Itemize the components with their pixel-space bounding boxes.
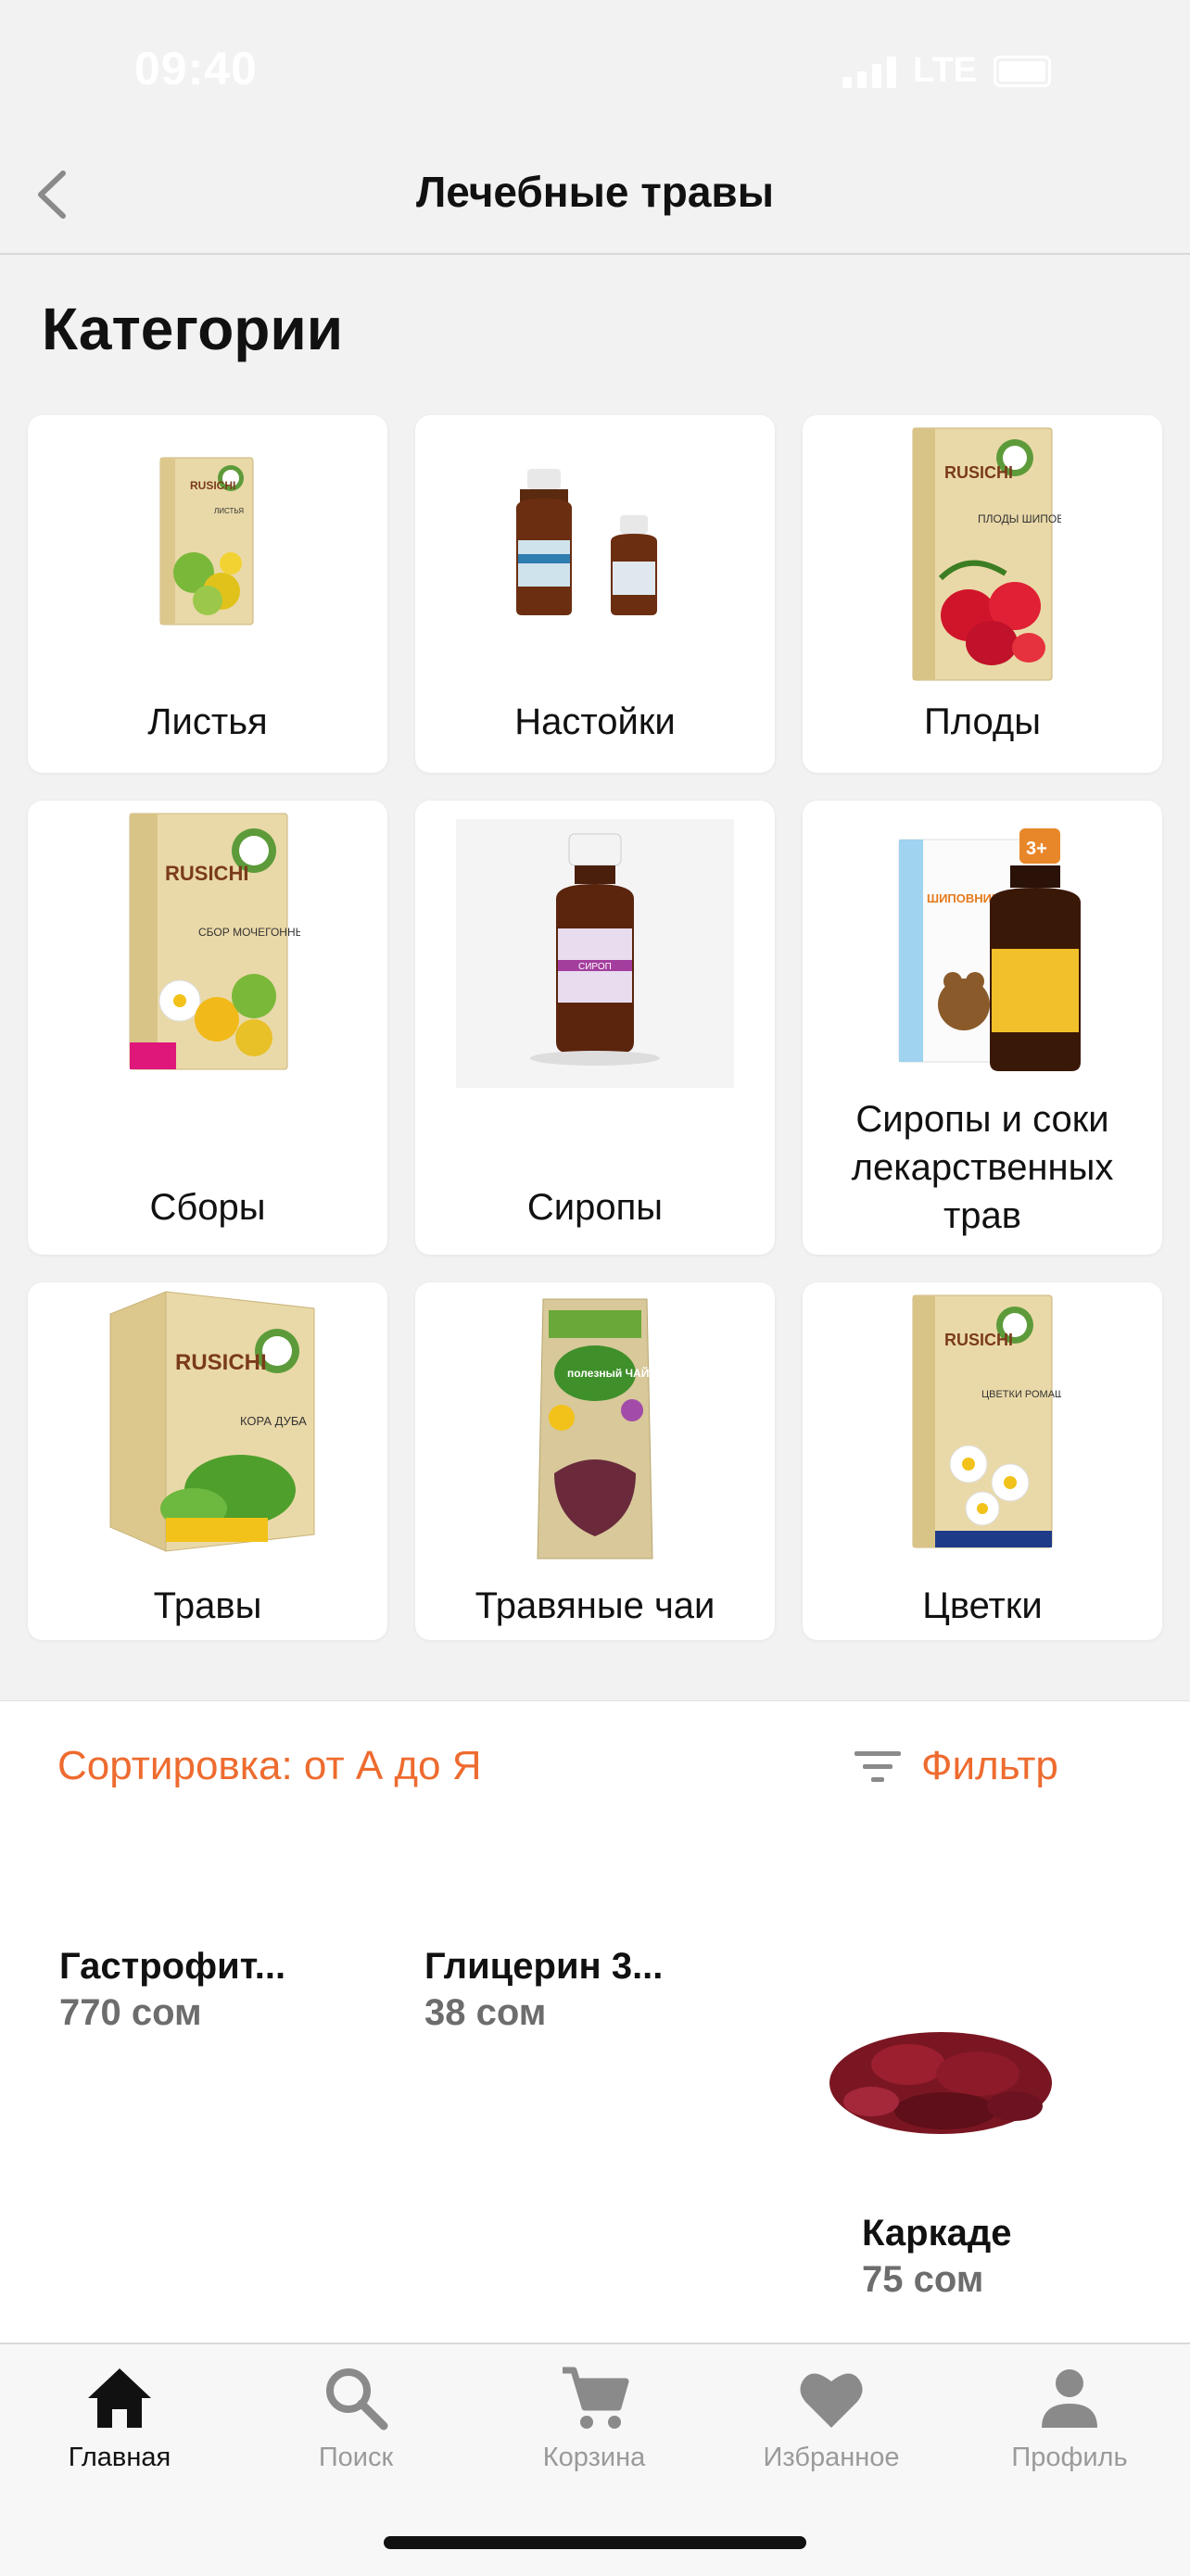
status-time: 09:40 (134, 43, 258, 95)
product-image: RUSICHI ЦВЕТКИ РОМАШКИ (803, 1288, 1162, 1557)
product-image: СИРОП (415, 819, 775, 1088)
product-image: полезный ЧАЙ (415, 1288, 775, 1566)
home-icon (88, 2368, 151, 2428)
sort-button[interactable]: Сортировка: от А до Я (57, 1743, 482, 1789)
category-card-herbal-syrups[interactable]: ШИПОВНИК 3+ Сиропы и соки лекарственных … (803, 801, 1162, 1255)
tab-label: Избранное (763, 2443, 900, 2472)
product-image (415, 461, 775, 619)
svg-text:RUSICHI: RUSICHI (165, 862, 248, 885)
product-name: Глицерин 3... (424, 1946, 664, 1987)
svg-text:СБОР МОЧЕГОННЫЙ: СБОР МОЧЕГОННЫЙ (198, 925, 300, 939)
page-title: Лечебные травы (415, 168, 774, 216)
category-card-herbs[interactable]: RUSICHI КОРА ДУБА Травы (28, 1282, 387, 1640)
product-image: RUSICHI ЛИСТЬЯ (28, 452, 387, 628)
svg-text:ЦВЕТКИ РОМАШКИ: ЦВЕТКИ РОМАШКИ (981, 1389, 1061, 1400)
signal-icon (842, 55, 897, 88)
product-price: 770 сом (59, 1992, 202, 2033)
product-price: 38 сом (424, 1992, 547, 2033)
network-type: LTE (913, 51, 977, 90)
category-label: Плоды (924, 701, 1041, 742)
tab-home[interactable]: Главная (27, 2361, 212, 2473)
product-price: 75 сом (862, 2259, 984, 2300)
tab-label: Главная (68, 2443, 171, 2472)
sort-filter-bar: Сортировка: от А до Я Фильтр (0, 1700, 1190, 1835)
battery-icon (994, 55, 1051, 87)
svg-text:ЛИСТЬЯ: ЛИСТЬЯ (214, 507, 244, 515)
category-card-flowers[interactable]: RUSICHI ЦВЕТКИ РОМАШКИ Цветки (803, 1282, 1162, 1640)
tab-search[interactable]: Поиск (263, 2361, 449, 2473)
filter-label: Фильтр (921, 1743, 1058, 1788)
category-card-collections[interactable]: RUSICHI СБОР МОЧЕГОННЫЙ Сборы (28, 801, 387, 1255)
nav-bar: Лечебные травы (0, 139, 1190, 255)
tab-label: Корзина (542, 2443, 646, 2472)
search-icon (326, 2368, 388, 2431)
svg-text:RUSICHI: RUSICHI (944, 1331, 1013, 1349)
product-list: Гастрофит... 770 сом Глицерин 3... 38 со… (0, 1833, 1190, 2344)
svg-text:RUSICHI: RUSICHI (175, 1350, 267, 1375)
status-bar: 09:40 LTE (0, 0, 1190, 139)
cart-icon (563, 2367, 629, 2429)
category-card-leaves[interactable]: RUSICHI ЛИСТЬЯ Листья (28, 415, 387, 773)
tab-label: Поиск (318, 2443, 394, 2472)
svg-text:RUSICHI: RUSICHI (190, 479, 235, 492)
product-image: RUSICHI ПЛОДЫ ШИПОВНИКА (803, 421, 1162, 689)
filter-button[interactable]: Фильтр (853, 1743, 1058, 1789)
svg-text:ПЛОДЫ ШИПОВНИКА: ПЛОДЫ ШИПОВНИКА (978, 512, 1061, 525)
svg-text:полезный ЧАЙ: полезный ЧАЙ (567, 1366, 649, 1380)
svg-text:ШИПОВНИК: ШИПОВНИК (927, 891, 999, 905)
category-card-herbal-teas[interactable]: полезный ЧАЙ Травяные чаи (415, 1282, 775, 1640)
svg-text:3+: 3+ (1026, 839, 1047, 859)
category-card-syrups[interactable]: СИРОП Сиропы (415, 801, 775, 1255)
product-image: RUSICHI КОРА ДУБА (28, 1286, 387, 1564)
tab-profile[interactable]: Профиль (977, 2361, 1162, 2473)
svg-text:СИРОП: СИРОП (578, 962, 612, 972)
category-card-fruits[interactable]: RUSICHI ПЛОДЫ ШИПОВНИКА Плоды (803, 415, 1162, 773)
category-label: Травяные чаи (475, 1585, 715, 1626)
tab-cart[interactable]: Корзина (501, 2361, 687, 2473)
svg-text:КОРА ДУБА: КОРА ДУБА (240, 1414, 307, 1428)
category-card-tinctures[interactable]: Настойки (415, 415, 775, 773)
product-name: Гастрофит... (59, 1946, 286, 1987)
category-label: Сиропы (526, 1187, 664, 1228)
tab-favorites[interactable]: Избранное (739, 2361, 924, 2473)
product-name: Каркаде (862, 2213, 1012, 2254)
home-indicator (384, 2536, 806, 2549)
category-label: Сиропы и соки лекарственных трав (851, 1099, 1114, 1236)
profile-icon (1042, 2369, 1097, 2428)
svg-text:RUSICHI: RUSICHI (944, 463, 1013, 482)
section-title: Категории (42, 296, 344, 362)
filter-icon (855, 1751, 901, 1782)
tab-label: Профиль (1011, 2443, 1128, 2472)
category-label: Настойки (514, 701, 676, 742)
product-image: RUSICHI СБОР МОЧЕГОННЫЙ (28, 806, 387, 1075)
product-image (829, 2032, 1052, 2134)
category-label: Сборы (149, 1187, 266, 1228)
product-image: ШИПОВНИК 3+ (803, 819, 1162, 1079)
status-indicators: LTE (842, 51, 1051, 91)
heart-icon (800, 2373, 863, 2428)
category-label: Цветки (922, 1585, 1043, 1626)
category-label: Травы (153, 1585, 262, 1626)
category-label: Листья (147, 701, 268, 742)
